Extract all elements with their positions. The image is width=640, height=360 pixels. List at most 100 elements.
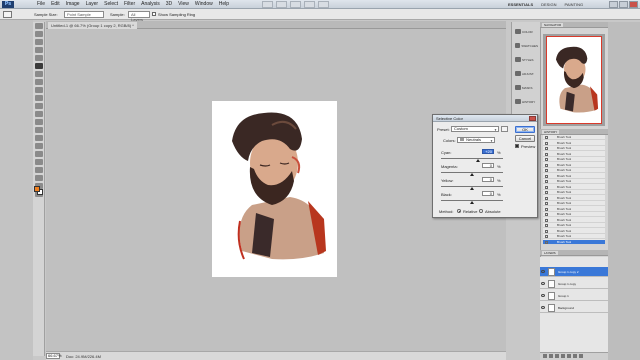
history-item[interactable]: Brush Tool xyxy=(543,185,605,190)
method-absolute-radio[interactable] xyxy=(479,209,483,213)
link-layers-icon[interactable] xyxy=(543,354,547,358)
panel-button-swatches[interactable]: SWATCHES xyxy=(515,42,538,49)
visibility-eye-icon[interactable] xyxy=(541,282,545,285)
dialog-titlebar[interactable]: Selective Color xyxy=(433,115,537,122)
dialog-close-button[interactable] xyxy=(529,116,536,121)
blur-tool-icon[interactable] xyxy=(34,119,43,125)
navigator-view-box[interactable] xyxy=(546,36,602,124)
bridge-button[interactable] xyxy=(262,1,273,8)
history-item[interactable]: Brush Tool xyxy=(543,141,605,146)
visibility-eye-icon[interactable] xyxy=(541,306,545,309)
slider-value-field[interactable]: 0 xyxy=(482,191,494,196)
workspace-design[interactable]: DESIGN xyxy=(538,1,559,8)
workspace-essentials[interactable]: ESSENTIALS xyxy=(505,1,536,8)
3d-orbit-tool-icon[interactable] xyxy=(34,175,43,181)
layer-style-icon[interactable] xyxy=(549,354,553,358)
rectangle-tool-icon[interactable] xyxy=(34,159,43,165)
menu-help[interactable]: Help xyxy=(216,1,232,8)
maximize-button[interactable] xyxy=(619,1,628,8)
clone-stamp-tool-icon[interactable] xyxy=(34,87,43,93)
history-item[interactable]: Brush Tool xyxy=(543,190,605,195)
cancel-button[interactable]: Cancel xyxy=(515,135,535,142)
panel-button-styles[interactable]: STYLES xyxy=(515,56,538,63)
gradient-tool-icon[interactable] xyxy=(34,111,43,117)
add-mask-icon[interactable] xyxy=(555,354,559,358)
quick-selection-tool-icon[interactable] xyxy=(34,47,43,53)
preview-checkbox[interactable] xyxy=(515,144,519,148)
show-sampling-ring-checkbox[interactable] xyxy=(152,12,156,16)
menu-file[interactable]: File xyxy=(34,1,48,8)
foreground-color-swatch[interactable] xyxy=(34,186,40,192)
history-item[interactable]: Brush Tool xyxy=(543,135,605,140)
marquee-tool-icon[interactable] xyxy=(34,31,43,37)
slider-thumb[interactable] xyxy=(476,159,481,162)
history-item[interactable]: Brush Tool xyxy=(543,212,605,217)
ok-button[interactable]: OK xyxy=(515,126,535,133)
menu-layer[interactable]: Layer xyxy=(83,1,102,8)
type-tool-icon[interactable] xyxy=(34,143,43,149)
panel-button-adjust[interactable]: ADJUST. xyxy=(515,70,538,77)
navigator-tab[interactable]: NAVIGATOR xyxy=(542,23,564,27)
trash-icon[interactable] xyxy=(579,354,583,358)
slider-value-field[interactable]: +20 xyxy=(482,149,494,154)
history-item[interactable]: Brush Tool xyxy=(543,157,605,162)
slider-value-field[interactable]: 0 xyxy=(482,163,494,168)
menu-select[interactable]: Select xyxy=(101,1,121,8)
preset-options-button[interactable] xyxy=(501,126,508,132)
zoom-field[interactable]: 66.67% xyxy=(46,353,62,359)
new-layer-icon[interactable] xyxy=(573,354,577,358)
history-item[interactable]: Brush Tool xyxy=(543,174,605,179)
slider-track[interactable] xyxy=(441,158,503,159)
document-canvas[interactable] xyxy=(212,101,337,277)
visibility-eye-icon[interactable] xyxy=(541,294,545,297)
panel-button-color[interactable]: COLOR xyxy=(515,28,538,35)
arrange-documents-button[interactable] xyxy=(304,1,315,8)
history-item[interactable]: Brush Tool xyxy=(543,152,605,157)
new-group-icon[interactable] xyxy=(567,354,571,358)
panel-button-masks[interactable]: MASKS xyxy=(515,84,538,91)
method-relative-radio[interactable] xyxy=(457,209,461,213)
visibility-eye-icon[interactable] xyxy=(541,270,545,273)
document-tab[interactable]: Untitled-1 @ 66.7% (Group 1 copy 2, RGB/… xyxy=(48,22,137,29)
eyedropper-tool-preset-icon[interactable] xyxy=(3,11,12,18)
menu-view[interactable]: View xyxy=(175,1,192,8)
lasso-tool-icon[interactable] xyxy=(34,39,43,45)
layer-row[interactable]: Group 1 copy xyxy=(540,279,608,289)
zoom-level-button[interactable] xyxy=(290,1,301,8)
history-item[interactable]: Brush Tool xyxy=(543,218,605,223)
mini-bridge-button[interactable] xyxy=(276,1,287,8)
sample-size-select[interactable]: Point Sample xyxy=(64,11,104,18)
path-selection-tool-icon[interactable] xyxy=(34,151,43,157)
panel-button-history[interactable]: HISTORY xyxy=(515,98,538,105)
slider-thumb[interactable] xyxy=(470,201,474,204)
history-item[interactable]: Brush Tool xyxy=(543,207,605,212)
history-item[interactable]: Brush Tool xyxy=(543,163,605,168)
colors-select[interactable]: Neutrals ▼ xyxy=(457,137,495,143)
history-item[interactable]: Brush Tool xyxy=(543,229,605,234)
slider-value-field[interactable]: 0 xyxy=(482,177,494,182)
layers-tab[interactable]: LAYERS xyxy=(542,251,558,255)
slider-thumb[interactable] xyxy=(470,173,474,176)
slider-thumb[interactable] xyxy=(470,187,474,190)
layer-row[interactable]: Group 1 copy 2 xyxy=(540,267,608,277)
layer-row[interactable]: Background xyxy=(540,303,608,313)
eyedropper-tool-icon[interactable] xyxy=(34,63,43,69)
menu-3d[interactable]: 3D xyxy=(163,1,175,8)
workspace-painting[interactable]: PAINTING xyxy=(561,1,586,8)
menu-window[interactable]: Window xyxy=(192,1,216,8)
close-button[interactable] xyxy=(629,1,638,8)
menu-image[interactable]: Image xyxy=(63,1,83,8)
menu-filter[interactable]: Filter xyxy=(121,1,138,8)
3d-rotate-tool-icon[interactable] xyxy=(34,167,43,173)
menu-edit[interactable]: Edit xyxy=(48,1,63,8)
history-item[interactable]: Brush Tool xyxy=(543,234,605,239)
brush-tool-icon[interactable] xyxy=(34,79,43,85)
sample-select[interactable]: All Layers xyxy=(128,11,150,22)
history-item[interactable]: Brush Tool xyxy=(543,146,605,151)
preset-select[interactable]: Custom ▼ xyxy=(451,126,499,132)
adjustment-layer-icon[interactable] xyxy=(561,354,565,358)
crop-tool-icon[interactable] xyxy=(34,55,43,61)
history-item[interactable]: Brush Tool xyxy=(543,196,605,201)
menu-analysis[interactable]: Analysis xyxy=(138,1,163,8)
history-brush-tool-icon[interactable] xyxy=(34,95,43,101)
